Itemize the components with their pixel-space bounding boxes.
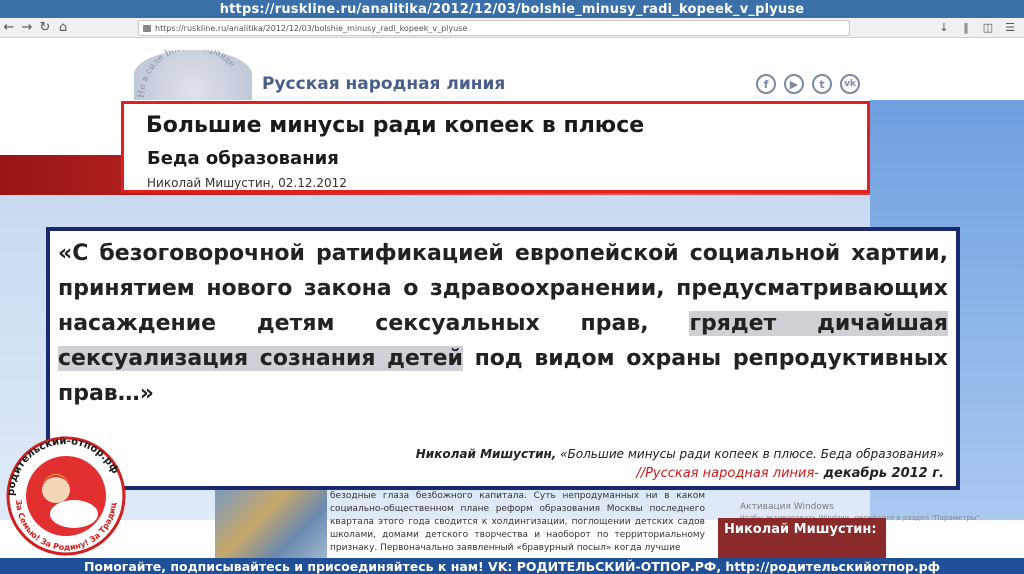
parental-resistance-stamp-logo: родительский-отпор.рф За Семью! За Родин… [1,423,136,558]
facebook-icon[interactable]: f [756,74,776,94]
windows-activation-title: Активация Windows [740,502,834,512]
toolbar-right: ↓ ‖ ◫ ☰ [936,19,1018,35]
bottom-banner: Помогайте, подписывайтесь и присоединяйт… [0,558,1024,574]
site-title[interactable]: Русская народная линия [262,74,505,94]
youtube-icon[interactable]: ▶ [784,74,804,94]
article-image [215,490,327,558]
sidebar-author-name: Николай Мишустин: [724,522,877,537]
download-icon[interactable]: ↓ [936,19,952,35]
site-seal-logo: Не в силе Бог, а в правде [134,42,252,100]
back-icon[interactable]: ← [0,19,18,37]
source-name: //Русская народная линия- [636,466,819,481]
vk-icon[interactable]: vk [840,74,860,94]
forward-icon[interactable]: → [18,19,36,37]
reload-icon[interactable]: ↻ [36,19,54,37]
overlay-url: https://ruskline.ru/analitika/2012/12/03… [0,0,1024,18]
sidebar-icon[interactable]: ◫ [980,19,996,35]
quote-citation: Николай Мишустин, «Большие минусы ради к… [416,447,944,461]
sidebar-author-card[interactable]: Николай Мишустин: [718,518,886,558]
seal-text: Не в силе Бог, а в правде [137,42,237,98]
twitter-icon[interactable]: t [812,74,832,94]
article-title: Большие минусы ради копеек в плюсе [146,113,645,138]
browser-toolbar: ← → ↻ ⌂ https://ruskline.ru/analitika/20… [0,18,1024,38]
slide: https://ruskline.ru/analitika/2012/12/03… [0,0,1024,574]
svg-text:Не в силе Бог, а в правде: Не в силе Бог, а в правде [137,50,237,98]
menu-icon[interactable]: ☰ [1002,19,1018,35]
lock-icon [143,24,151,32]
library-icon[interactable]: ‖ [958,19,974,35]
citation-work: «Большие минусы ради копеек в плюсе. Бед… [556,447,944,461]
article-author-date: Николай Мишустин, 02.12.2012 [147,176,347,190]
article-subtitle: Беда образования [147,148,339,169]
address-bar[interactable]: https://ruskline.ru/analitika/2012/12/03… [138,20,850,36]
quote-source: //Русская народная линия- декабрь 2012 г… [636,466,944,481]
address-text: https://ruskline.ru/analitika/2012/12/03… [155,23,468,33]
source-date: декабрь 2012 г. [818,466,945,481]
quote-text: «С безоговорочной ратификацией европейск… [58,236,948,411]
home-icon[interactable]: ⌂ [54,19,72,37]
citation-author: Николай Мишустин, [415,447,557,461]
article-background-text: безодные глаза безбожного капитала. Суть… [330,491,705,553]
